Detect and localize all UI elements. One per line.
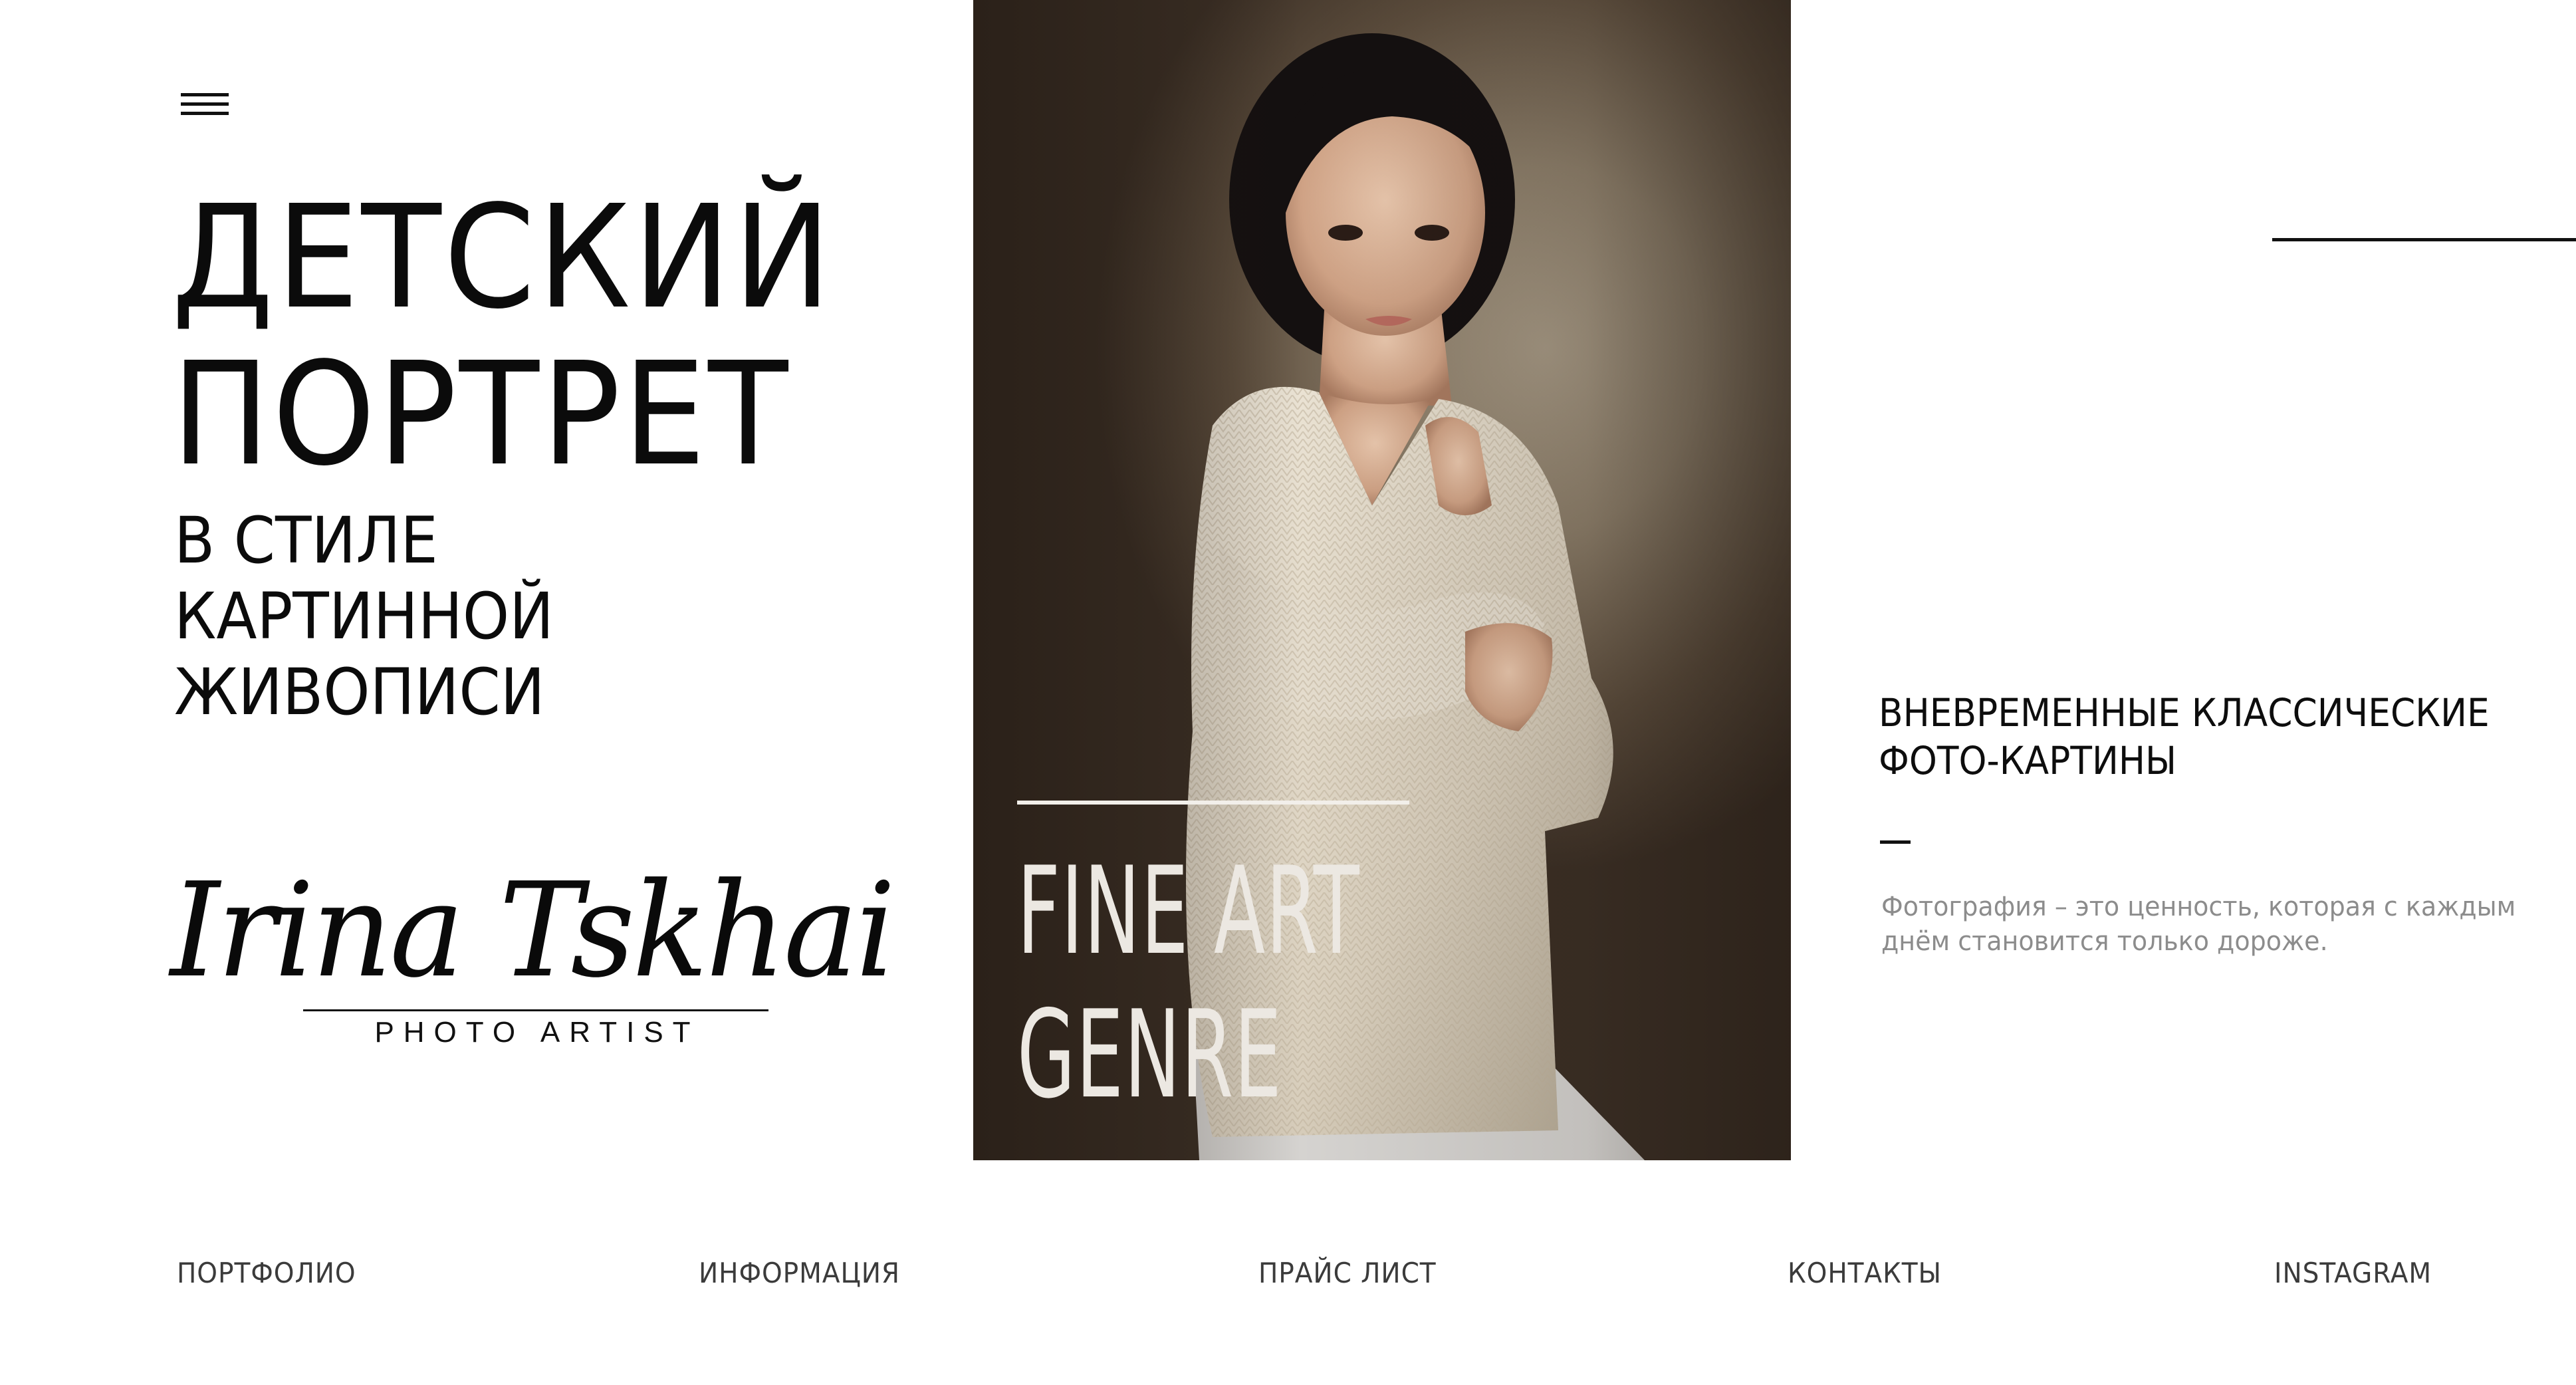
aside-heading-line: ВНЕВРЕМЕННЫЕ КЛАССИЧЕСКИЕ [1879,690,2490,735]
signature-logo[interactable]: Irina Tskhai PHOTO ARTIST [170,858,895,1057]
overlay-line: GENRE [1017,984,1283,1125]
hero-photo: FINE ART GENRE [973,0,1791,1160]
quote-line: Фотография – это ценность, которая с каж… [1881,892,2516,922]
page-title: ДЕТСКИЙ ПОРТРЕТ [172,180,834,493]
subtitle-line: КАРТИННОЙ [174,579,554,654]
overlay-line: FINE ART [1017,840,1360,981]
logo-tagline: PHOTO ARTIST [374,1016,700,1049]
aside-dash [1880,840,1911,844]
menu-bar [181,112,229,115]
hamburger-icon[interactable] [181,92,229,118]
aside-heading-line: ФОТО-КАРТИНЫ [1879,738,2177,783]
quote-line: днём становится только дороже. [1881,926,2328,957]
menu-bar [181,93,229,96]
overlay-rule [1017,801,1409,805]
aside-quote: Фотография – это ценность, которая с каж… [1881,890,2516,959]
nav-item-price-list[interactable]: ПРАЙС ЛИСТ [1258,1257,1437,1289]
decorative-rule [2272,238,2576,241]
photo-overlay-title: FINE ART GENRE [1017,839,1360,1126]
nav-item-portfolio[interactable]: ПОРТФОЛИО [177,1257,356,1289]
page-subtitle: В СТИЛЕ КАРТИННОЙ ЖИВОПИСИ [174,503,554,730]
aside-heading: ВНЕВРЕМЕННЫЕ КЛАССИЧЕСКИЕ ФОТО-КАРТИНЫ [1879,689,2490,785]
nav-item-instagram[interactable]: INSTAGRAM [2274,1257,2432,1289]
subtitle-line: ЖИВОПИСИ [174,655,545,729]
title-line: ДЕТСКИЙ [172,175,834,340]
title-line: ПОРТРЕТ [172,332,791,497]
signature-text: Irina Tskhai [170,855,895,1007]
subtitle-line: В СТИЛЕ [174,503,438,578]
nav-item-contacts[interactable]: КОНТАКТЫ [1788,1257,1942,1289]
logo-underline [303,1009,768,1011]
menu-bar [181,102,229,106]
nav-item-information[interactable]: ИНФОРМАЦИЯ [699,1257,900,1289]
